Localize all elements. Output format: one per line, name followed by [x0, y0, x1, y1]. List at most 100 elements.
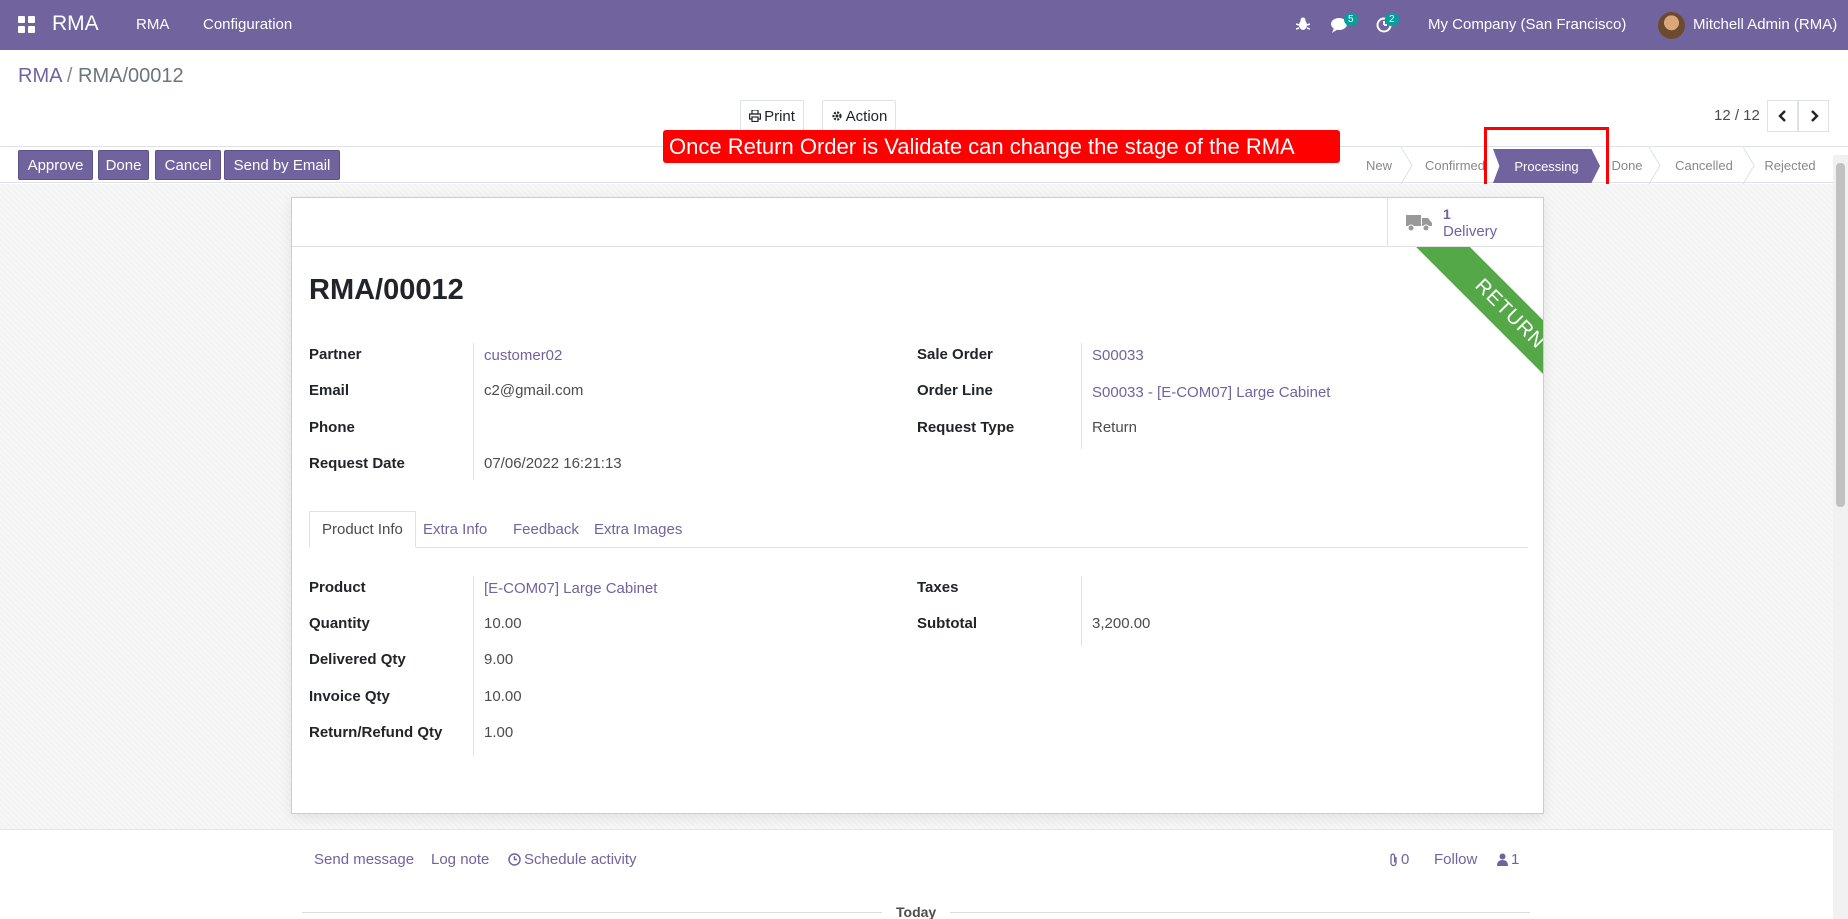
breadcrumb-parent[interactable]: RMA: [18, 65, 61, 87]
subtotal-value[interactable]: 3,200.00: [1092, 615, 1150, 632]
chatter: Send message Log note Schedule activity …: [0, 829, 1848, 919]
print-button[interactable]: Print: [740, 100, 804, 132]
invoice-qty-value[interactable]: 10.00: [484, 688, 522, 705]
stage-confirmed[interactable]: Confirmed: [1420, 147, 1490, 184]
return-refund-qty-value[interactable]: 1.00: [484, 724, 513, 741]
product-label: Product: [309, 579, 366, 596]
delivered-qty-value[interactable]: 9.00: [484, 651, 513, 668]
send-message-button[interactable]: Send message: [314, 851, 414, 868]
user-icon: [1497, 853, 1508, 866]
quantity-value[interactable]: 10.00: [484, 615, 522, 632]
pager-previous-button[interactable]: [1767, 100, 1798, 132]
scrollbar-thumb[interactable]: [1836, 163, 1845, 507]
delivered-qty-label: Delivered Qty: [309, 651, 406, 668]
page-scrollbar[interactable]: [1833, 155, 1848, 919]
partner-label: Partner: [309, 346, 362, 363]
today-separator: Today: [896, 904, 937, 919]
request-type-label: Request Type: [917, 419, 1015, 436]
activities-badge: 2: [1385, 13, 1399, 26]
email-value[interactable]: c2@gmail.com: [484, 382, 583, 399]
attachments-button[interactable]: 0: [1389, 851, 1409, 868]
record-title: RMA/00012: [309, 274, 464, 306]
stage-separator: [1742, 147, 1755, 184]
stage-separator: [1648, 147, 1661, 184]
order-line-value[interactable]: S00033 - [E-COM07] Large Cabinet: [1092, 384, 1330, 401]
debug-bug-icon[interactable]: [1296, 16, 1310, 32]
done-button[interactable]: Done: [98, 150, 149, 180]
approve-button[interactable]: Approve: [18, 150, 93, 180]
user-menu[interactable]: Mitchell Admin (RMA): [1693, 16, 1837, 33]
action-button[interactable]: Action: [822, 100, 896, 132]
sale-order-value[interactable]: S00033: [1092, 347, 1144, 364]
attachments-count: 0: [1401, 851, 1410, 868]
chevron-left-icon: [1777, 110, 1786, 122]
notebook-tabs: Product Info Extra Info Feedback Extra I…: [309, 511, 1528, 548]
form-sheet: 1 Delivery RETURN RMA/00012 Partner cust…: [291, 197, 1544, 814]
stage-new[interactable]: New: [1358, 147, 1400, 184]
request-type-value[interactable]: Return: [1092, 419, 1137, 436]
messages-badge: 5: [1344, 13, 1358, 26]
pager-next-button[interactable]: [1798, 100, 1829, 132]
stage-separator: [1400, 147, 1413, 184]
tutorial-annotation: Once Return Order is Validate can change…: [663, 130, 1340, 163]
stage-done[interactable]: Done: [1606, 147, 1648, 184]
print-label: Print: [764, 107, 795, 125]
log-note-button[interactable]: Log note: [431, 851, 489, 868]
email-label: Email: [309, 382, 350, 399]
followers-count: 1: [1511, 851, 1520, 868]
request-date-label: Request Date: [309, 455, 405, 472]
order-line-label: Order Line: [917, 382, 993, 399]
app-brand[interactable]: RMA: [52, 12, 99, 36]
tab-extra-info[interactable]: Extra Info: [411, 511, 499, 548]
taxes-label: Taxes: [917, 579, 959, 596]
product-value[interactable]: [E-COM07] Large Cabinet: [484, 580, 657, 597]
stage-cancelled[interactable]: Cancelled: [1668, 147, 1740, 184]
menu-configuration[interactable]: Configuration: [203, 16, 292, 33]
breadcrumb-separator: /: [66, 65, 73, 87]
phone-label: Phone: [309, 419, 355, 436]
return-ribbon: RETURN: [1387, 247, 1543, 405]
partner-value[interactable]: customer02: [484, 347, 562, 364]
cancel-button[interactable]: Cancel: [155, 150, 221, 180]
send-by-email-button[interactable]: Send by Email: [224, 150, 340, 180]
user-avatar[interactable]: [1658, 12, 1685, 39]
invoice-qty-label: Invoice Qty: [309, 688, 390, 705]
pager-value[interactable]: 12 / 12: [1714, 107, 1760, 124]
chevron-right-icon: [1810, 110, 1819, 122]
menu-rma[interactable]: RMA: [136, 16, 169, 33]
company-switcher[interactable]: My Company (San Francisco): [1428, 16, 1626, 33]
follow-button[interactable]: Follow: [1434, 851, 1477, 868]
schedule-activity-label: Schedule activity: [524, 851, 637, 868]
sale-order-label: Sale Order: [917, 346, 993, 363]
action-label: Action: [845, 107, 888, 125]
subtotal-label: Subtotal: [917, 615, 977, 632]
delivery-count: 1: [1443, 206, 1451, 222]
truck-icon: [1406, 215, 1432, 232]
top-navbar: RMA RMA Configuration 5 2 My Company (Sa…: [0, 0, 1848, 50]
smart-button-box: 1 Delivery: [292, 198, 1543, 247]
print-icon: [749, 110, 762, 122]
followers-button[interactable]: 1: [1497, 851, 1519, 868]
field-divider: [1081, 576, 1082, 646]
return-refund-qty-label: Return/Refund Qty: [309, 724, 443, 741]
breadcrumb-current: RMA/00012: [78, 65, 184, 87]
request-date-value[interactable]: 07/06/2022 16:21:13: [484, 455, 622, 472]
field-divider: [1081, 343, 1082, 449]
field-divider: [473, 576, 474, 756]
tab-product-info[interactable]: Product Info: [309, 511, 416, 548]
tab-feedback[interactable]: Feedback: [501, 511, 591, 548]
today-divider-left: [302, 912, 882, 913]
stage-rejected[interactable]: Rejected: [1760, 147, 1820, 184]
schedule-activity-button[interactable]: Schedule activity: [508, 851, 637, 868]
delivery-smart-button[interactable]: 1 Delivery: [1387, 198, 1543, 247]
gear-icon: [832, 111, 842, 121]
tab-extra-images[interactable]: Extra Images: [582, 511, 694, 548]
clock-icon: [508, 853, 521, 866]
ribbon-label: RETURN: [1415, 247, 1543, 405]
paperclip-icon: [1390, 853, 1397, 866]
delivery-label: Delivery: [1443, 223, 1498, 240]
breadcrumb: RMA / RMA/00012: [18, 65, 184, 88]
quantity-label: Quantity: [309, 615, 370, 632]
today-divider-right: [950, 912, 1530, 913]
apps-menu-icon[interactable]: [18, 16, 35, 33]
